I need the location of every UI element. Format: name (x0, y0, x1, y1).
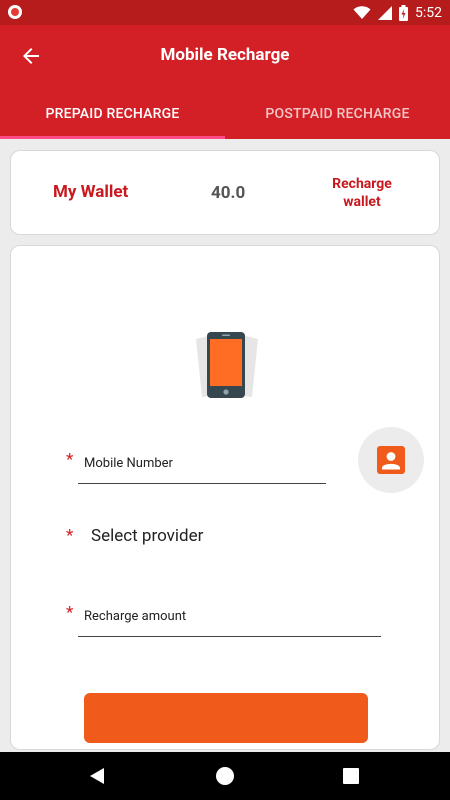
page-title: Mobile Recharge (160, 45, 290, 65)
wallet-balance: 40.0 (211, 183, 246, 203)
status-bar: 5:52 (0, 0, 450, 25)
nav-home-icon (216, 767, 234, 785)
wifi-icon (353, 6, 371, 19)
nav-back-button[interactable] (85, 764, 109, 788)
status-time: 5:52 (415, 5, 442, 21)
required-marker: * (66, 526, 74, 546)
recharge-wallet-line1: Recharge (332, 176, 392, 192)
app-bar: Mobile Recharge (0, 25, 450, 89)
mobile-number-underline (78, 483, 326, 484)
required-marker: * (66, 450, 74, 470)
provider-label: Select provider (91, 526, 204, 546)
nav-back-icon (90, 768, 104, 784)
wallet-label: My Wallet (53, 182, 129, 202)
status-icons: 5:52 (353, 3, 442, 23)
nav-home-button[interactable] (213, 764, 237, 788)
wallet-card: My Wallet 40.0 Recharge wallet (10, 150, 440, 235)
battery-icon (399, 5, 408, 21)
provider-select[interactable]: * Select provider (66, 525, 386, 551)
required-marker: * (66, 603, 74, 623)
mobile-number-label: Mobile Number (84, 456, 173, 471)
record-icon (8, 5, 22, 19)
recharge-wallet-link[interactable]: Recharge wallet (317, 175, 407, 211)
contact-picker-button[interactable] (358, 427, 424, 493)
tab-postpaid-recharge[interactable]: POSTPAID RECHARGE (225, 89, 450, 139)
contact-icon (377, 446, 405, 474)
recharge-form-card: * Mobile Number * Select provider * Rech… (10, 245, 440, 750)
recharge-wallet-line2: wallet (343, 194, 381, 210)
system-nav-bar (0, 752, 450, 800)
nav-recents-icon (343, 768, 359, 784)
tab-prepaid-recharge[interactable]: PREPAID RECHARGE (0, 89, 225, 139)
recharge-amount-field[interactable]: * Recharge amount (66, 603, 381, 639)
submit-button[interactable] (84, 693, 368, 743)
recharge-amount-label: Recharge amount (84, 609, 187, 624)
nav-recents-button[interactable] (339, 764, 363, 788)
recharge-amount-underline (78, 636, 381, 637)
phone-illustration-icon (196, 332, 258, 398)
tab-bar: PREPAID RECHARGE POSTPAID RECHARGE (0, 89, 450, 139)
mobile-number-field[interactable]: * Mobile Number (66, 450, 326, 486)
signal-icon (378, 6, 392, 20)
